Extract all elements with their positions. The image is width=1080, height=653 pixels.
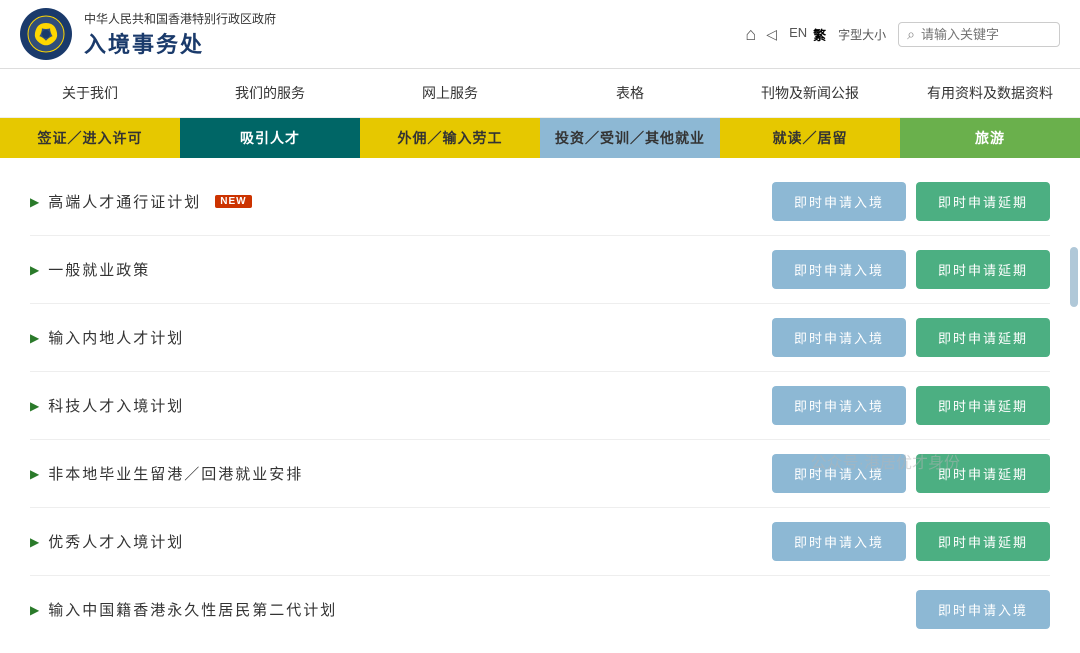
table-row: ▶ 输入内地人才计划 即时申请入境即时申请延期 — [30, 304, 1050, 372]
apply-button[interactable]: 即时申请入境 — [772, 522, 906, 561]
row-buttons: 即时申请入境即时申请延期 — [772, 318, 1050, 357]
nav-item-about[interactable]: 关于我们 — [0, 69, 180, 117]
row-buttons: 即时申请入境即时申请延期 — [772, 522, 1050, 561]
search-icon: ⌕ — [907, 26, 915, 43]
extend-button[interactable]: 即时申请延期 — [916, 522, 1050, 561]
apply-button[interactable]: 即时申请入境 — [772, 250, 906, 289]
row-title-4: ▶ 非本地毕业生留港／回港就业安排 — [30, 463, 772, 484]
row-title-3: ▶ 科技人才入境计划 — [30, 395, 772, 416]
extend-button[interactable]: 即时申请延期 — [916, 454, 1050, 493]
header-left: 中华人民共和国香港特别行政区政府 入境事务处 — [20, 8, 276, 60]
subnav-travel[interactable]: 旅游 — [900, 118, 1080, 158]
arrow-icon: ▶ — [30, 195, 40, 209]
lang-en[interactable]: EN — [789, 25, 807, 44]
extend-button[interactable]: 即时申请延期 — [916, 250, 1050, 289]
nav-item-forms[interactable]: 表格 — [540, 69, 720, 117]
apply-button[interactable]: 即时申请入境 — [916, 590, 1050, 629]
subnav-talent[interactable]: 吸引人才 — [180, 118, 360, 158]
arrow-icon: ▶ — [30, 535, 40, 549]
row-title-text[interactable]: 输入内地人才计划 — [48, 327, 184, 348]
subnav-study[interactable]: 就读／居留 — [720, 118, 900, 158]
row-title-text[interactable]: 输入中国籍香港永久性居民第二代计划 — [48, 599, 337, 620]
row-buttons: 即时申请入境即时申请延期 — [772, 386, 1050, 425]
extend-button[interactable]: 即时申请延期 — [916, 386, 1050, 425]
row-title-1: ▶ 一般就业政策 — [30, 259, 772, 280]
arrow-icon: ▶ — [30, 263, 40, 277]
table-row: ▶ 一般就业政策 即时申请入境即时申请延期 — [30, 236, 1050, 304]
nav-item-online[interactable]: 网上服务 — [360, 69, 540, 117]
font-size-button[interactable]: 字型大小 — [838, 26, 886, 43]
search-input[interactable] — [921, 27, 1051, 42]
share-icon[interactable]: ◁ — [766, 26, 777, 43]
nav-item-resources[interactable]: 有用资料及数据资料 — [900, 69, 1080, 117]
sub-nav: 签证／进入许可 吸引人才 外佣／输入劳工 投资／受训／其他就业 就读／居留 旅游 — [0, 118, 1080, 158]
logo — [20, 8, 72, 60]
extend-button[interactable]: 即时申请延期 — [916, 182, 1050, 221]
header-main-title: 入境事务处 — [84, 27, 276, 59]
arrow-icon: ▶ — [30, 467, 40, 481]
apply-button[interactable]: 即时申请入境 — [772, 386, 906, 425]
lang-zh[interactable]: 繁 — [813, 25, 826, 44]
row-title-text[interactable]: 一般就业政策 — [48, 259, 150, 280]
language-selector: EN 繁 — [789, 25, 826, 44]
row-title-2: ▶ 输入内地人才计划 — [30, 327, 772, 348]
row-title-6: ▶ 输入中国籍香港永久性居民第二代计划 — [30, 599, 916, 620]
row-title-text[interactable]: 高端人才通行证计划 — [48, 191, 201, 212]
header: 中华人民共和国香港特别行政区政府 入境事务处 ⌂ ◁ EN 繁 字型大小 ⌕ — [0, 0, 1080, 69]
scrollbar[interactable] — [1070, 247, 1078, 307]
row-buttons: 即时申请入境即时申请延期 — [772, 182, 1050, 221]
header-icons: ⌂ ◁ — [745, 24, 777, 45]
subnav-invest[interactable]: 投资／受训／其他就业 — [540, 118, 720, 158]
row-buttons: 即时申请入境即时申请延期 — [772, 454, 1050, 493]
table-row: ▶ 科技人才入境计划 即时申请入境即时申请延期 — [30, 372, 1050, 440]
row-title-text[interactable]: 非本地毕业生留港／回港就业安排 — [48, 463, 303, 484]
arrow-icon: ▶ — [30, 331, 40, 345]
nav-item-services[interactable]: 我们的服务 — [180, 69, 360, 117]
apply-button[interactable]: 即时申请入境 — [772, 318, 906, 357]
home-icon[interactable]: ⌂ — [745, 24, 756, 45]
table-row: ▶ 非本地毕业生留港／回港就业安排 即时申请入境即时申请延期 — [30, 440, 1050, 508]
new-badge: NEW — [215, 195, 251, 208]
table-row: ▶ 优秀人才入境计划 即时申请入境即时申请延期 — [30, 508, 1050, 576]
arrow-icon: ▶ — [30, 399, 40, 413]
subnav-visa[interactable]: 签证／进入许可 — [0, 118, 180, 158]
header-right: ⌂ ◁ EN 繁 字型大小 ⌕ — [745, 22, 1060, 47]
row-title-text[interactable]: 科技人才入境计划 — [48, 395, 184, 416]
table-row: ▶ 高端人才通行证计划 NEW 即时申请入境即时申请延期 — [30, 168, 1050, 236]
search-box: ⌕ — [898, 22, 1060, 47]
row-buttons: 即时申请入境 — [916, 590, 1050, 629]
apply-button[interactable]: 即时申请入境 — [772, 454, 906, 493]
row-title-5: ▶ 优秀人才入境计划 — [30, 531, 772, 552]
row-title-0: ▶ 高端人才通行证计划 NEW — [30, 191, 772, 212]
row-title-text[interactable]: 优秀人才入境计划 — [48, 531, 184, 552]
table-row: ▶ 输入中国籍香港永久性居民第二代计划 即时申请入境 — [30, 576, 1050, 643]
header-title: 中华人民共和国香港特别行政区政府 入境事务处 — [84, 10, 276, 59]
nav-item-publications[interactable]: 刊物及新闻公报 — [720, 69, 900, 117]
apply-button[interactable]: 即时申请入境 — [772, 182, 906, 221]
content-area: ▶高端人才通行证计划NEW即时申请入境即时申请延期▶一般就业政策即时申请入境即时… — [0, 158, 1080, 653]
arrow-icon: ▶ — [30, 603, 40, 617]
extend-button[interactable]: 即时申请延期 — [916, 318, 1050, 357]
main-nav: 关于我们 我们的服务 网上服务 表格 刊物及新闻公报 有用资料及数据资料 — [0, 69, 1080, 118]
row-buttons: 即时申请入境即时申请延期 — [772, 250, 1050, 289]
subnav-helper[interactable]: 外佣／输入劳工 — [360, 118, 540, 158]
header-subtitle: 中华人民共和国香港特别行政区政府 — [84, 10, 276, 27]
